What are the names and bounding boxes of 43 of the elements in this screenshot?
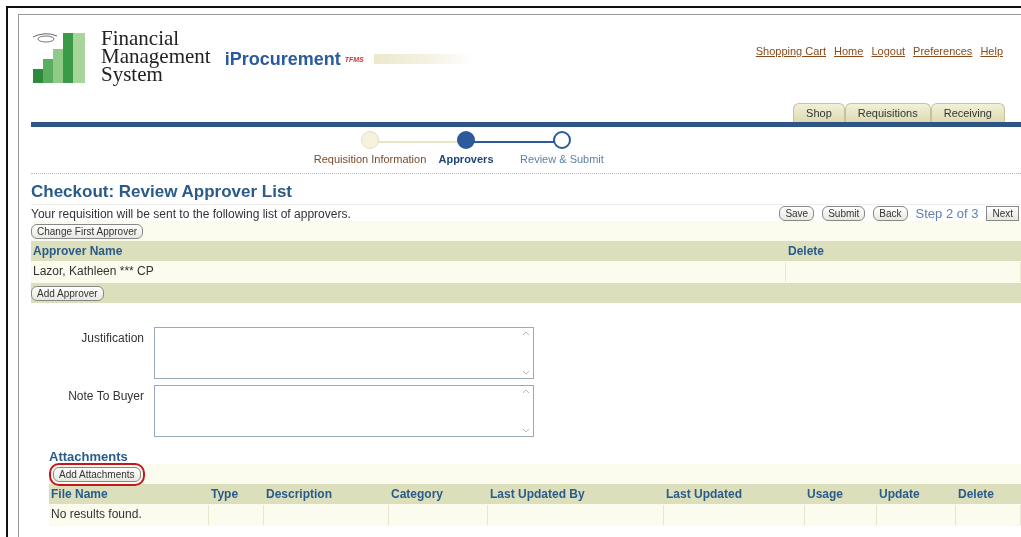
column-header: Category — [390, 486, 444, 503]
column-header: Delete — [787, 243, 826, 260]
step-indicator: Step 2 of 3 — [915, 206, 979, 221]
next-button[interactable]: Next — [986, 206, 1019, 221]
train-step-label[interactable]: Review & Submit — [520, 153, 604, 165]
empty-message: No results found. — [49, 505, 209, 525]
text-area[interactable] — [154, 385, 534, 437]
scroll-down-icon[interactable] — [522, 370, 530, 375]
global-link[interactable]: Logout — [871, 45, 906, 57]
action-button[interactable]: Save — [779, 206, 815, 221]
column-header: File Name — [50, 486, 109, 503]
field-label: Justification — [80, 330, 145, 345]
add-approver-button[interactable]: Add Approver — [31, 285, 104, 301]
page-description: Your requisition will be sent to the following list of approvers. — [31, 206, 351, 221]
scroll-up-icon[interactable] — [522, 389, 530, 394]
section-heading: Attachments — [49, 449, 129, 464]
change-approver-button[interactable]: Change First Approver — [31, 223, 144, 239]
field-label: Note To Buyer — [67, 388, 145, 403]
table-cell: Lazor, Kathleen *** CP — [31, 262, 786, 282]
scroll-down-icon[interactable] — [522, 428, 530, 433]
column-header: Last Updated — [665, 486, 743, 503]
column-header: Usage — [806, 486, 845, 503]
column-header: Delete — [957, 486, 996, 503]
column-header: Approver Name — [32, 243, 124, 260]
global-link[interactable]: Help — [980, 45, 1003, 57]
column-header: Update — [878, 486, 921, 503]
action-button[interactable]: Back — [873, 206, 908, 221]
global-link[interactable]: Shopping Cart — [755, 45, 827, 57]
global-link[interactable]: Preferences — [913, 45, 973, 57]
nav-tab[interactable]: Shop — [793, 103, 845, 122]
product-name: iProcurement — [224, 48, 341, 70]
nav-tab[interactable]: Requisitions — [844, 103, 931, 122]
text-area[interactable] — [154, 327, 534, 379]
column-header: Type — [210, 486, 240, 503]
column-header: Description — [265, 486, 333, 503]
train-step-label[interactable]: Requisition Information — [313, 153, 427, 165]
action-button[interactable]: Submit — [822, 206, 866, 221]
column-header: Last Updated By — [489, 486, 586, 503]
global-link[interactable]: Home — [834, 45, 864, 57]
scroll-up-icon[interactable] — [522, 331, 530, 336]
nav-tab[interactable]: Receiving — [930, 103, 1005, 122]
train-step-label[interactable]: Approvers — [438, 153, 494, 165]
page-heading: Checkout: Review Approver List — [31, 182, 294, 202]
